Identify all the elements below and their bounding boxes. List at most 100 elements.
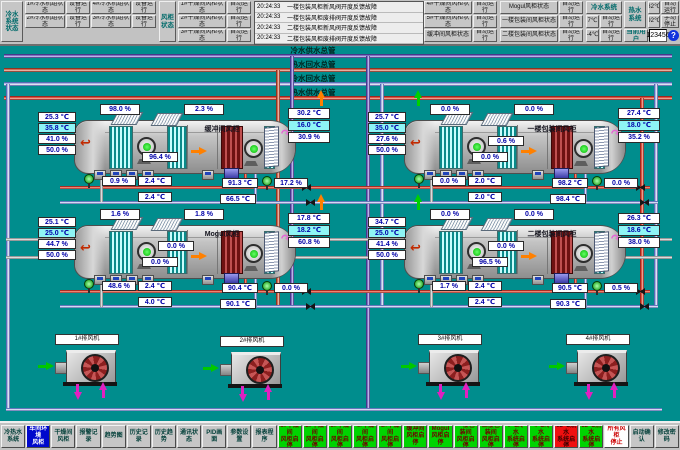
bottom-button[interactable]: 1#干燥间 风柜启停 [278,425,302,448]
bottom-button[interactable]: 历史趋势 [152,425,176,448]
fan-wheel-icon[interactable] [444,354,472,382]
bottom-button[interactable]: 历史记录 [127,425,151,448]
chilled-valve-opening-value: 0.9 % [102,176,136,186]
fan-base [228,384,282,388]
bottom-button[interactable]: 报警记录 [76,425,100,448]
help-button[interactable]: ? [668,30,679,41]
return-air-temp-value: 25.1 ℃ [38,217,76,227]
ahu-mogul: 25.1 ℃ 25.0 ℃ 44.7 % 50.0 % 1.6 % 1.8 % … [38,209,348,315]
fan-label: 2#排风机 [220,336,284,347]
alarm-text: 二楼包装风柜废排阀开度反馈故障 [287,34,377,43]
hot-return-temp-value: 98.4 ℃ [550,194,586,204]
cooling-coil [439,231,463,274]
top-status-bar: 冷水 系统 状态 1#冷水机组状态 设备运行 4#冷水机组状态 设备运行 2#冷… [0,0,680,46]
alarm-row[interactable]: 20:24:33 二楼包装风柜废排阀开度反馈故障 [255,34,423,45]
bottom-button[interactable]: 4#干燥间 风柜启停 [353,425,377,448]
bottom-button[interactable]: 二楼包装间 风柜启停 [479,425,503,448]
fan-wheel-icon[interactable] [81,354,109,382]
ahu-name-button[interactable]: 2#干燥间风柜状态 [178,15,226,28]
chilled-valve-icon[interactable] [414,174,424,184]
bottom-button[interactable]: 车间环境 风柜 [26,425,50,448]
cold-temp-2: -4℃ [586,29,599,42]
hot-valve-icon[interactable] [262,176,272,186]
exhaust-up-arrow-icon [610,382,619,398]
return-air-arrow-icon: ↩ [410,240,421,256]
ahu-name-button[interactable]: 缓冲间风柜状态 [424,29,472,42]
chilled-valve-icon[interactable] [84,279,94,289]
current-user-field[interactable]: 123456 [649,29,667,42]
ahu-name-button[interactable]: 4#干燥间风柜状态 [424,1,472,14]
bottom-button[interactable]: 7℃冷水 系统启停 [504,425,528,448]
ahu-status-badge: 自动运行 [559,15,583,28]
chilled-supply-temp-value: 2.4 ℃ [468,281,502,291]
hot-return-temp-value: 66.5 ℃ [220,194,256,204]
bottom-button[interactable]: -4℃冷水 系统启停 [529,425,553,448]
damper-mid-value-1: 0.0 % [158,241,194,251]
chiller-name-button[interactable]: 3#冷水机组状态 [91,15,131,28]
setpoint-temp-value: 35.8 ℃ [38,123,76,133]
alarm-row[interactable]: 20:24:33 一楼包装风柜废排阀开度反馈故障 [255,13,423,24]
bottom-button[interactable]: PID画面 [202,425,226,448]
ahu-name-button[interactable]: 一楼包装间风柜状态 [500,15,558,28]
ahu-name-button[interactable]: Mogul风柜状态 [500,1,558,14]
coil-out-temp-value: 18.2 ℃ [288,225,330,236]
bottom-button[interactable]: 缓冲间 风柜启停 [403,425,427,448]
exhaust-damper-value: 0.0 % [514,104,554,115]
current-user-label: 当前用户 [624,29,648,42]
chiller-name-button[interactable]: 4#冷水机组状态 [91,1,131,14]
hot-valve-icon[interactable] [262,281,272,291]
supply-humidity-value: 35.2 % [618,132,660,143]
exhaust-fan-3: 3#排风机 [418,334,488,396]
setpoint-temp-value: 25.0 ℃ [38,228,76,238]
ahu-status-row: 缓冲间风柜状态 自动运行 [424,29,497,42]
bottom-button[interactable]: 5#干燥间 风柜启停 [378,425,402,448]
bottom-button[interactable]: 32℃热水 系统启停 [579,425,603,448]
fan-wheel-icon[interactable] [246,356,274,384]
bottom-button[interactable]: 通讯状态 [177,425,201,448]
bottom-button[interactable]: 92℃热水 系统启停 [554,425,578,448]
alarm-row[interactable]: 20:24:33 一楼包装风柜新风阀开度反馈故障 [255,2,423,13]
chilled-supply-temp-value: 2.0 ℃ [468,176,502,186]
return-fan-icon [244,244,263,263]
bottom-button[interactable]: Mogul 风柜启停 [428,425,452,448]
unit-title: 一楼包装间风柜 [508,124,596,134]
chilled-valve-icon[interactable] [84,174,94,184]
fan-base [63,382,117,386]
ahu-status-row: 2#干燥间风柜状态 自动运行 [178,15,251,28]
return-air-temp-value: 25.7 ℃ [368,112,406,122]
fresh-air-damper-value: 0.0 % [430,209,470,220]
chiller-name-button[interactable]: 1#冷水机组状态 [25,1,65,14]
bottom-button[interactable]: 一楼包装间 风柜启停 [454,425,478,448]
bottom-button[interactable]: 3#干燥间 风柜启停 [328,425,352,448]
inlet-flow-arrow-icon [203,364,219,373]
bottom-button[interactable]: 修改密码 [655,425,679,448]
chiller-name-button[interactable]: 2#冷水机组状态 [25,15,65,28]
ahu-name-button[interactable]: 3#干燥间风柜状态 [178,29,226,42]
bottom-button[interactable]: 干燥间 风柜 [51,425,75,448]
ahu-name-button[interactable]: 5#干燥间风柜状态 [424,15,472,28]
fresh-air-damper-value: 0.0 % [430,104,470,115]
bottom-button[interactable]: 启动确认 [630,425,654,448]
hot-valve-icon[interactable] [592,176,602,186]
bottom-button[interactable]: 所有风柜 停止 [604,425,628,448]
ahu-status-col-2: 4#干燥间风柜状态 自动运行 5#干燥间风柜状态 自动运行 缓冲间风柜状态 自动… [424,1,497,42]
alarm-row[interactable]: 20:24:33 二楼包装风柜新风阀开度反馈故障 [255,23,423,34]
hot-water-system-label: 热水 系统 [624,1,646,28]
ahu-group-label: 风柜 状态 [159,1,176,42]
hot-return-main-pipe [4,68,672,72]
bottom-button[interactable]: 2#干燥间 风柜启停 [303,425,327,448]
inlet-flow-arrow-icon [401,362,417,371]
damper-mid-value-1: 0.6 % [488,136,524,146]
exhaust-down-arrow-icon [73,384,82,400]
fan-wheel-icon[interactable] [592,354,620,382]
chilled-valve-icon[interactable] [414,279,424,289]
ahu-name-button[interactable]: 二楼包装间风柜状态 [500,29,558,42]
bottom-button[interactable]: 报表程序 [252,425,276,448]
hot-supply-temp-value: 98.2 ℃ [552,178,588,188]
exhaust-fan-1: 1#排风机 [55,334,125,396]
ahu-name-button[interactable]: 1#干燥间风柜状态 [178,1,226,14]
bottom-button[interactable]: 趋势图 [102,425,126,448]
bottom-button[interactable]: 冷热水 系统 [1,425,25,448]
bottom-button[interactable]: 参数设置 [227,425,251,448]
hot-valve-icon[interactable] [592,281,602,291]
